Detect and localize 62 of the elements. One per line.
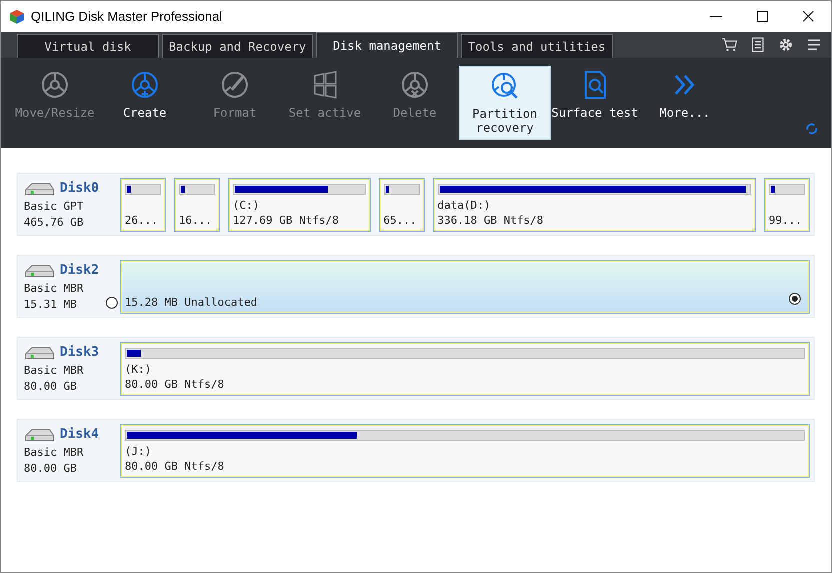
toolbar-button[interactable]: More... <box>639 66 731 140</box>
partition[interactable]: 16... <box>174 178 220 232</box>
disk-size: 15.31 MB <box>24 296 78 312</box>
radio-button[interactable] <box>106 296 118 308</box>
hard-drive-icon <box>24 344 56 360</box>
disk-name: Disk3 <box>60 345 100 360</box>
partition[interactable]: data(D:) 336.18 GB Ntfs/8 <box>432 178 756 232</box>
partition-size: 80.00 GB Ntfs/8 <box>125 458 224 474</box>
disk-magnifier-icon <box>490 71 520 101</box>
disk-size: 80.00 GB <box>24 378 78 394</box>
partition-size: 15.28 MB Unallocated <box>125 294 258 310</box>
tab[interactable]: Disk management <box>316 32 458 58</box>
window-title: QILING Disk Master Professional <box>31 9 224 24</box>
tab[interactable]: Virtual disk <box>17 34 159 58</box>
disk-size: 80.00 GB <box>24 460 78 476</box>
close-icon <box>802 11 814 22</box>
disk-type: Basic MBR <box>24 280 85 296</box>
hard-drive-icon <box>24 426 56 442</box>
disk-type: Basic MBR <box>24 444 85 460</box>
partition-label: (C:) <box>233 198 260 212</box>
partition-label: (K:) <box>125 362 152 376</box>
disk-pen-icon <box>220 70 250 100</box>
partition-size: 16... <box>179 212 212 228</box>
partition-label: (J:) <box>125 444 152 458</box>
partition-size: 65... <box>384 212 417 228</box>
refresh-icon[interactable] <box>805 122 819 136</box>
disk-name: Disk0 <box>60 181 100 196</box>
unallocated-space[interactable]: 15.28 MB Unallocated <box>120 260 810 314</box>
disk-plus-icon <box>130 70 160 100</box>
tab[interactable]: Tools and utilities <box>461 34 613 58</box>
settings-icon[interactable] <box>777 36 795 54</box>
maximize-icon <box>756 11 768 22</box>
partition[interactable]: (C:) 127.69 GB Ntfs/8 <box>228 178 371 232</box>
partition-size: 127.69 GB Ntfs/8 <box>233 212 339 228</box>
radio-button[interactable] <box>789 292 801 304</box>
partition-size: 336.18 GB Ntfs/8 <box>438 212 544 228</box>
partition[interactable]: 26... <box>120 178 166 232</box>
partition-size: 99... <box>769 212 802 228</box>
partition-size: 80.00 GB Ntfs/8 <box>125 376 224 392</box>
partition[interactable]: 99... <box>764 178 810 232</box>
partition-label: data(D:) <box>438 198 492 212</box>
toolbar-button[interactable]: Surface test <box>549 66 641 140</box>
disk-size: 465.76 GB <box>24 214 85 230</box>
partition-size: 26... <box>125 212 158 228</box>
tab[interactable]: Backup and Recovery <box>162 34 314 58</box>
disk-name: Disk2 <box>60 263 100 278</box>
cart-icon[interactable] <box>721 36 739 54</box>
toolbar-button[interactable]: Partition recovery <box>459 66 551 140</box>
app-logo-icon <box>9 8 25 24</box>
hard-drive-icon <box>24 262 56 278</box>
minimize-icon <box>710 16 722 17</box>
disk-type: Basic MBR <box>24 362 85 378</box>
toolbar-button[interactable]: Create <box>99 66 191 140</box>
disk-icon <box>40 70 70 100</box>
disk-name: Disk4 <box>60 427 100 442</box>
disk-type: Basic GPT <box>24 198 85 214</box>
partition[interactable]: (J:) 80.00 GB Ntfs/8 <box>120 424 810 478</box>
partition[interactable]: (K:) 80.00 GB Ntfs/8 <box>120 342 810 396</box>
partition[interactable]: 65... <box>378 178 425 232</box>
notes-icon[interactable] <box>749 36 767 54</box>
disk-x-icon <box>400 70 430 100</box>
hard-drive-icon <box>24 180 56 196</box>
